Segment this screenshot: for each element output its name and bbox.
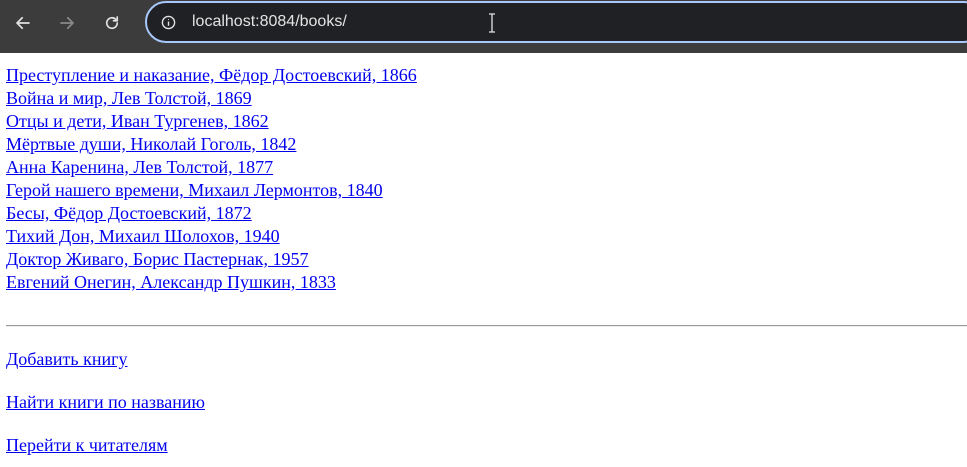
reload-icon (105, 16, 119, 30)
book-link[interactable]: Бесы, Фёдор Достоевский, 1872 (6, 202, 961, 225)
info-icon[interactable] (161, 15, 176, 30)
book-link[interactable]: Преступление и наказание, Фёдор Достоевс… (6, 64, 961, 87)
page-content: Преступление и наказание, Фёдор Достоевс… (6, 64, 961, 294)
divider (6, 325, 967, 327)
book-link[interactable]: Тихий Дон, Михаил Шолохов, 1940 (6, 225, 961, 248)
address-bar[interactable]: localhost:8084/books/ (145, 1, 967, 43)
arrow-right-icon (60, 16, 74, 30)
book-link[interactable]: Анна Каренина, Лев Толстой, 1877 (6, 156, 961, 179)
go-to-readers-link[interactable]: Перейти к читателям (6, 434, 168, 457)
browser-toolbar: localhost:8084/books/ (0, 0, 967, 53)
book-link[interactable]: Мёртвые души, Николай Гоголь, 1842 (6, 133, 961, 156)
text-cursor-icon (489, 13, 495, 33)
add-book-link[interactable]: Добавить книгу (6, 348, 128, 371)
book-list: Преступление и наказание, Фёдор Достоевс… (6, 64, 961, 294)
reload-button[interactable] (97, 8, 127, 38)
book-link[interactable]: Война и мир, Лев Толстой, 1869 (6, 87, 961, 110)
book-link[interactable]: Герой нашего времени, Михаил Лермонтов, … (6, 179, 961, 202)
book-link[interactable]: Отцы и дети, Иван Тургенев, 1862 (6, 110, 961, 133)
url-text[interactable]: localhost:8084/books/ (192, 13, 347, 31)
forward-button[interactable] (52, 8, 82, 38)
back-button[interactable] (8, 8, 38, 38)
book-link[interactable]: Доктор Живаго, Борис Пастернак, 1957 (6, 248, 961, 271)
find-books-by-title-link[interactable]: Найти книги по названию (6, 391, 205, 414)
arrow-left-icon (16, 16, 30, 30)
book-link[interactable]: Евгений Онегин, Александр Пушкин, 1833 (6, 271, 961, 294)
